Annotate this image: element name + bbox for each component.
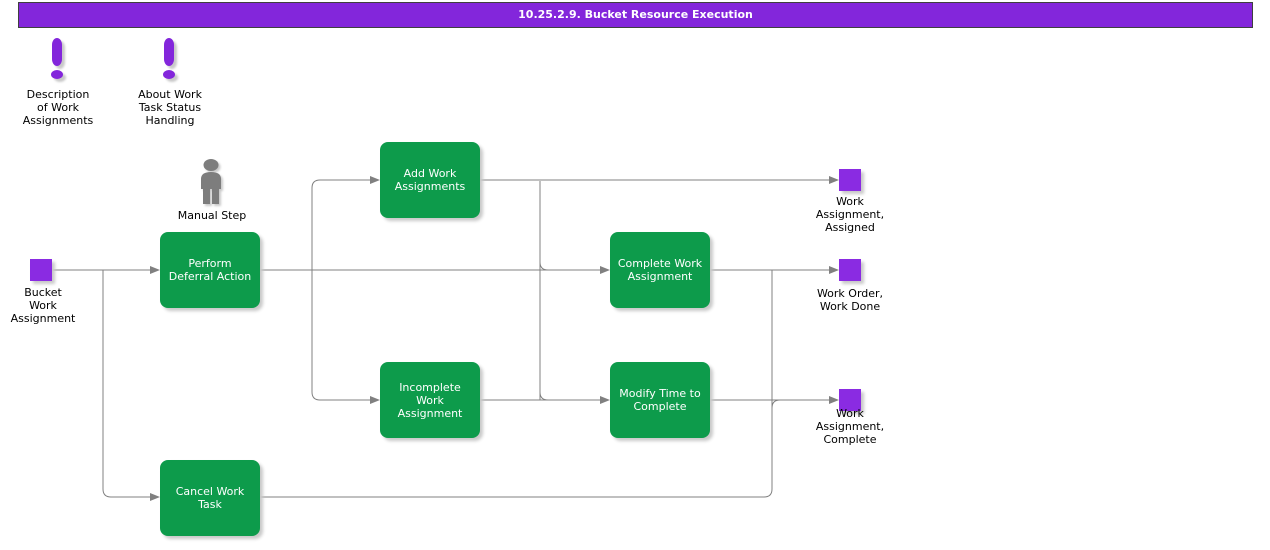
arrowhead-workdone	[829, 266, 839, 274]
flow-branch-to-add	[312, 180, 370, 270]
event-work-assignment-complete-label: Work Assignment, Complete	[795, 407, 905, 446]
activity-add-work-assignments[interactable]: Add Work Assignments	[380, 142, 480, 218]
arrowhead-cancel	[150, 493, 160, 501]
event-work-assignment-assigned[interactable]	[839, 169, 861, 191]
flow-merge-curve-mid	[540, 262, 548, 270]
event-bucket-work-assignment-label: Bucket Work Assignment	[0, 286, 98, 325]
event-work-order-work-done[interactable]	[839, 259, 861, 281]
page-title: 10.25.2.9. Bucket Resource Execution	[18, 2, 1253, 28]
link-description-of-work-assignments[interactable]: Description of Work Assignments	[8, 88, 108, 127]
arrowhead-assigned	[829, 176, 839, 184]
arrowhead-perform	[150, 266, 160, 274]
arrowhead-complete	[600, 266, 610, 274]
flow-cancel-merge-curve	[772, 400, 780, 408]
arrowhead-incomplete	[370, 396, 380, 404]
activity-cancel-work-task[interactable]: Cancel Work Task	[160, 460, 260, 536]
event-work-order-work-done-label: Work Order, Work Done	[795, 287, 905, 313]
exclamation-bar	[52, 38, 62, 66]
info-exclamation-icon[interactable]	[44, 38, 72, 86]
process-diagram-page: { "header": { "title": "10.25.2.9. Bucke…	[0, 0, 1270, 550]
arrowhead-modify	[600, 396, 610, 404]
flow-branch-to-incomplete	[312, 270, 370, 400]
link-about-work-task-status-handling[interactable]: About Work Task Status Handling	[120, 88, 220, 127]
exclamation-dot	[51, 70, 63, 79]
event-bucket-work-assignment[interactable]	[30, 259, 52, 281]
flow-bucket-to-cancel	[103, 270, 150, 497]
activity-perform-deferral-action[interactable]: Perform Deferral Action	[160, 232, 260, 308]
manual-step-label: Manual Step	[162, 209, 262, 222]
flow-merge-curve-low	[540, 392, 548, 400]
arrowhead-add	[370, 176, 380, 184]
manual-step-person-icon	[198, 158, 224, 204]
info-exclamation-icon[interactable]	[156, 38, 184, 86]
arrowhead-wacomplete	[829, 396, 839, 404]
activity-complete-work-assignment[interactable]: Complete Work Assignment	[610, 232, 710, 308]
event-work-assignment-assigned-label: Work Assignment, Assigned	[795, 195, 905, 234]
exclamation-bar	[164, 38, 174, 66]
activity-modify-time-to-complete[interactable]: Modify Time to Complete	[610, 362, 710, 438]
exclamation-dot	[163, 70, 175, 79]
activity-incomplete-work-assignment[interactable]: Incomplete Work Assignment	[380, 362, 480, 438]
